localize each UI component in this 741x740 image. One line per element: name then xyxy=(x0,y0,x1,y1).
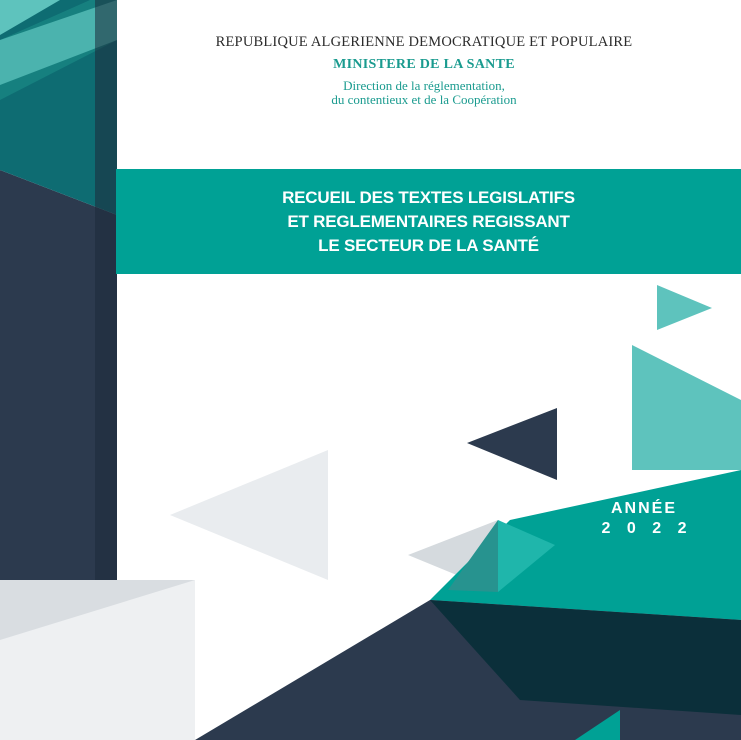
triangle-small-teal xyxy=(657,285,712,330)
left-shadow-strip xyxy=(95,0,117,580)
direction-name: Direction de la réglementation, du conte… xyxy=(118,79,730,107)
title-band: RECUEIL DES TEXTES LEGISLATIFS ET REGLEM… xyxy=(116,169,741,274)
direction-line-2: du contentieux et de la Coopération xyxy=(331,92,517,107)
year-value: 2 0 2 2 xyxy=(601,520,693,537)
triangle-navy xyxy=(467,408,557,480)
triangle-light-teal xyxy=(632,345,741,470)
year-block: ANNÉE 2 0 2 2 xyxy=(594,500,694,538)
direction-line-1: Direction de la réglementation, xyxy=(343,78,505,93)
ministry-name: MINISTERE DE LA SANTE xyxy=(333,57,515,72)
document-cover: REPUBLIQUE ALGERIENNE DEMOCRATIQUE ET PO… xyxy=(0,0,741,740)
title-line-2: ET REGLEMENTAIRES REGISSANT xyxy=(287,211,570,231)
triangle-gray-large xyxy=(170,450,328,580)
header: REPUBLIQUE ALGERIENNE DEMOCRATIQUE ET PO… xyxy=(118,34,730,107)
geometric-background xyxy=(0,0,741,740)
title-line-1: RECUEIL DES TEXTES LEGISLATIFS xyxy=(282,187,575,207)
year-label: ANNÉE xyxy=(610,500,677,517)
republic-name: REPUBLIQUE ALGERIENNE DEMOCRATIQUE ET PO… xyxy=(215,34,633,50)
title-line-3: LE SECTEUR DE LA SANTÉ xyxy=(318,235,539,255)
